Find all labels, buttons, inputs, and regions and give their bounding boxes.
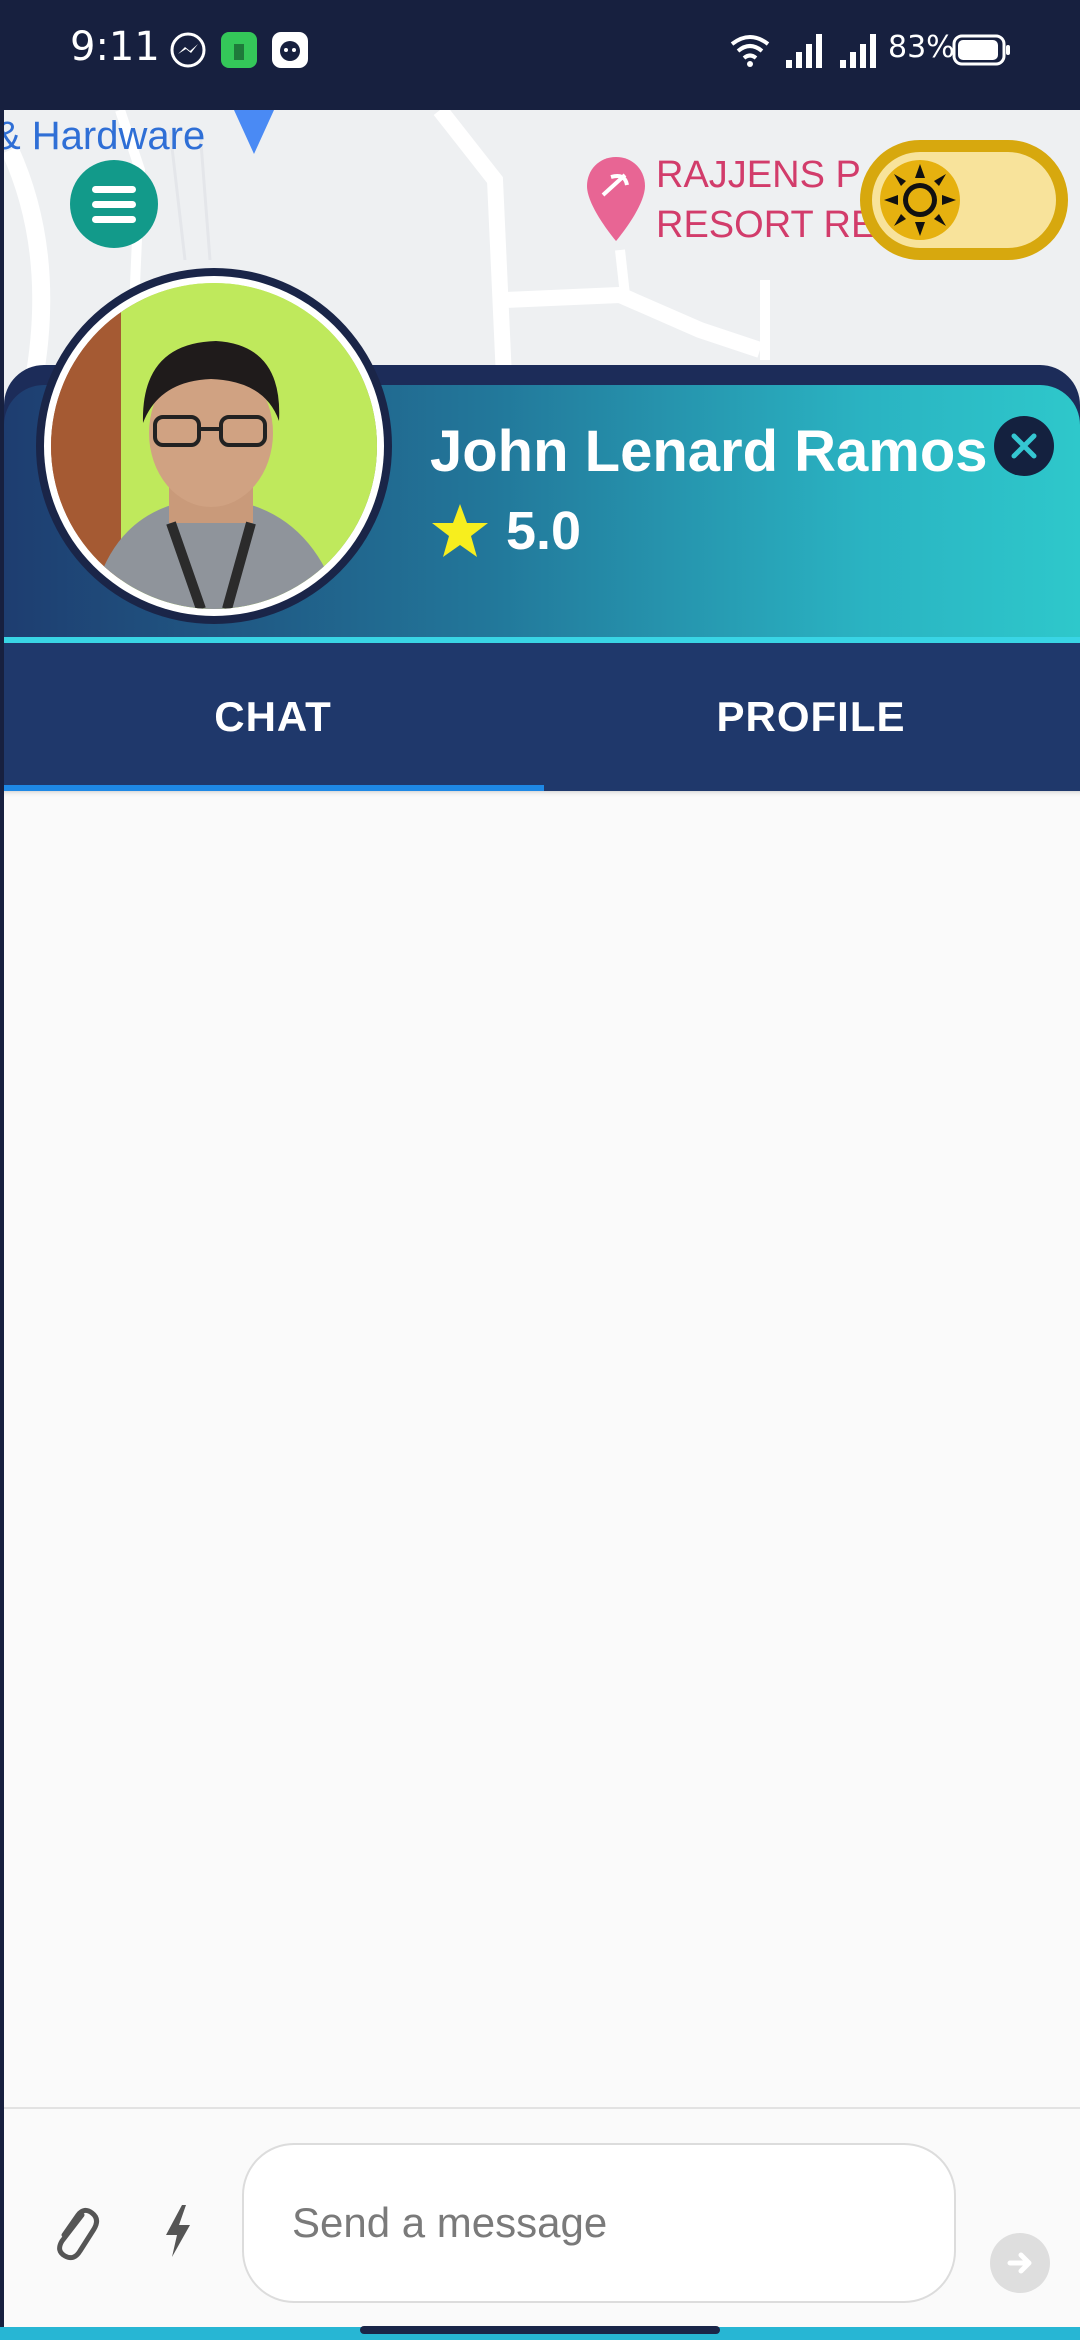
- menu-icon: [92, 186, 136, 193]
- theme-toggle[interactable]: [860, 140, 1068, 260]
- tab-bar: CHAT PROFILE: [4, 643, 1080, 791]
- resort-pin-icon[interactable]: [585, 155, 647, 243]
- avatar[interactable]: [36, 268, 392, 624]
- driver-photo-figure: [51, 283, 377, 609]
- chat-messages-area[interactable]: [4, 791, 1080, 2107]
- message-input[interactable]: [242, 2143, 956, 2303]
- signal-icon: [840, 34, 876, 68]
- close-button[interactable]: [994, 416, 1054, 476]
- driver-name: John Lenard Ramos: [430, 419, 988, 484]
- poi-label-line1: RAJJENS P: [656, 154, 861, 196]
- close-icon: [1011, 433, 1037, 459]
- wifi-icon: [730, 35, 770, 67]
- poi-label: RAJJENS P RESORT RE: [656, 150, 876, 250]
- map-marker-icon[interactable]: [232, 110, 276, 156]
- star-icon: [432, 504, 488, 557]
- toggle-knob: [880, 160, 960, 240]
- status-bar: 9:11 83%: [0, 0, 1080, 110]
- status-time: 9:11: [70, 24, 160, 70]
- send-button[interactable]: [990, 2233, 1050, 2293]
- battery-icon: [952, 34, 1010, 66]
- store-icon: [221, 32, 257, 68]
- home-indicator[interactable]: [360, 2326, 720, 2334]
- quick-reply-icon[interactable]: [162, 2203, 194, 2259]
- battery-percent: 83%: [888, 30, 955, 65]
- attach-icon[interactable]: [48, 2201, 100, 2263]
- poi-label-line2: RESORT RE: [656, 204, 877, 246]
- tab-profile[interactable]: PROFILE: [542, 643, 1080, 791]
- send-arrow-icon: [1007, 2252, 1032, 2274]
- signal-icon: [786, 34, 822, 68]
- message-composer: [4, 2107, 1080, 2329]
- map-label-hardware: & Hardware: [0, 114, 206, 158]
- chat-app-icon: [272, 32, 308, 68]
- menu-button[interactable]: [70, 160, 158, 248]
- driver-rating: 5.0: [506, 501, 582, 561]
- tab-chat[interactable]: CHAT: [4, 643, 542, 791]
- sun-icon: [884, 164, 956, 236]
- driver-photo: [51, 283, 377, 609]
- messenger-icon: [170, 32, 206, 68]
